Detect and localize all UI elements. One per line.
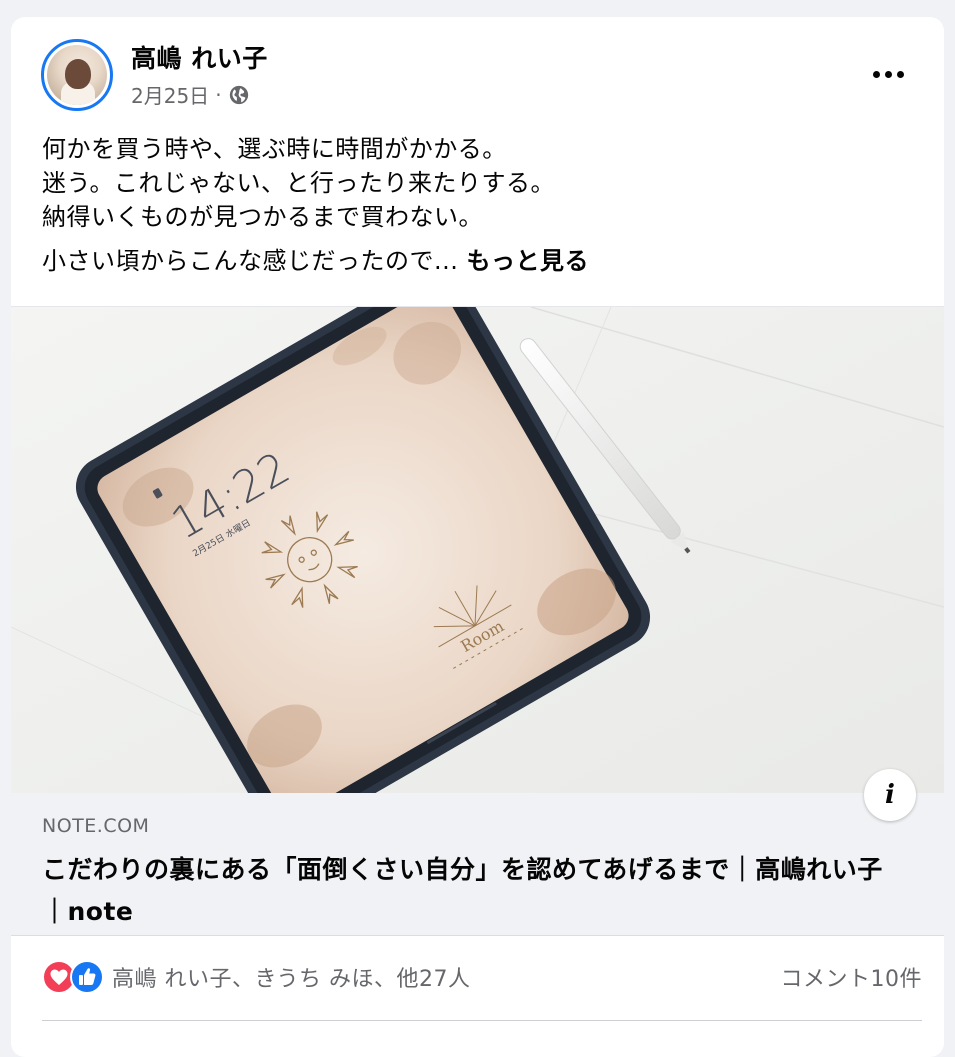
post-text-truncated: 小さい頃からこんな感じだったので... <box>42 247 467 275</box>
more-horizontal-icon <box>872 70 880 78</box>
comments-count[interactable]: コメント10件 <box>781 961 923 993</box>
reactions-summary[interactable]: 高嶋 れい子、きうち みほ、他27人 <box>42 960 471 994</box>
post-header: 高嶋 れい子 2月25日 · <box>11 17 944 127</box>
post-text-line: 何かを買う時や、選ぶ時に時間がかかる。 <box>42 135 507 163</box>
link-domain: NOTE.COM <box>42 815 150 837</box>
reaction-icons <box>42 960 104 994</box>
post-text-truncated-line: 小さい頃からこんな感じだったので... もっと見る <box>42 244 922 278</box>
like-reaction-icon <box>70 960 104 994</box>
post-text-line: 納得いくものが見つかるまで買わない。 <box>42 203 483 231</box>
more-options-button[interactable] <box>868 59 908 89</box>
link-preview-image[interactable]: 14:22 2月25日 水曜日 Room <box>11 306 944 793</box>
post-text-line: 迷う。これじゃない、と行ったり来たりする。 <box>42 169 556 197</box>
author-avatar[interactable] <box>41 39 113 111</box>
author-name[interactable]: 高嶋 れい子 <box>131 39 268 75</box>
see-more-link[interactable]: もっと見る <box>467 247 590 275</box>
meta-separator: · <box>215 82 222 107</box>
post-meta: 2月25日 · <box>131 80 250 109</box>
info-button[interactable]: i <box>864 769 916 821</box>
avatar-photo <box>47 45 107 105</box>
engagement-bar: 高嶋 れい子、きうち みほ、他27人 コメント10件 <box>42 951 922 1003</box>
tablet-photo: 14:22 2月25日 水曜日 Room <box>11 307 944 793</box>
info-icon: i <box>885 780 895 810</box>
divider <box>42 1020 922 1021</box>
post-text: 何かを買う時や、選ぶ時に時間がかかる。 迷う。これじゃない、と行ったり来たりする… <box>42 132 922 278</box>
post-date[interactable]: 2月25日 <box>131 80 209 109</box>
link-title: こだわりの裏にある「面倒くさい自分」を認めてあげるまで｜高嶋れい子｜note <box>42 855 883 926</box>
link-preview-footer[interactable]: NOTE.COM こだわりの裏にある「面倒くさい自分」を認めてあげるまで｜高嶋れ… <box>11 793 944 936</box>
reactors-text[interactable]: 高嶋 れい子、きうち みほ、他27人 <box>112 961 471 993</box>
globe-icon[interactable] <box>228 84 250 106</box>
post-card: 高嶋 れい子 2月25日 · 何かを買う時や、選ぶ時に時間がかかる。 迷う。これ… <box>11 17 944 1057</box>
